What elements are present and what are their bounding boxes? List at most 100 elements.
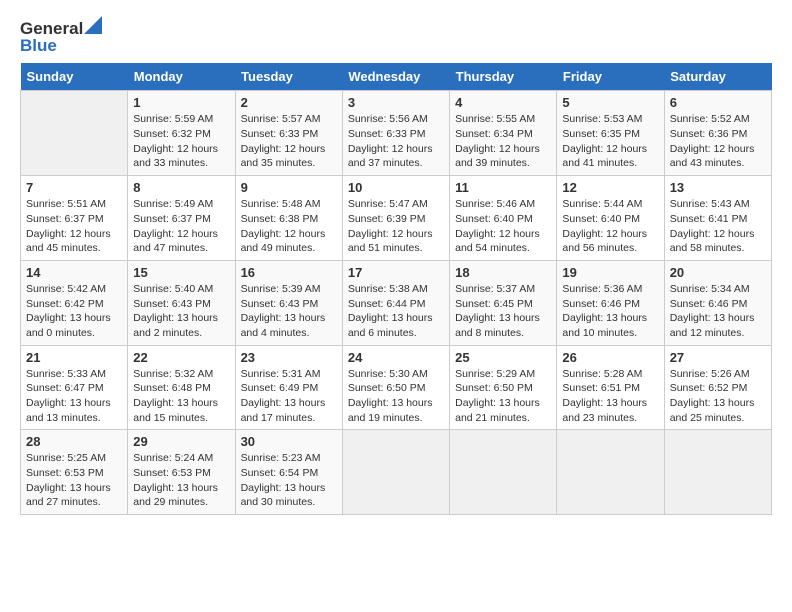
calendar-cell: 23 Sunrise: 5:31 AM Sunset: 6:49 PM Dayli…	[235, 345, 342, 430]
calendar-cell: 17Sunrise: 5:38 AM Sunset: 6:44 PM Dayli…	[342, 260, 449, 345]
day-info: Sunrise: 5:49 AM Sunset: 6:37 PM Dayligh…	[133, 197, 229, 256]
day-number: 20	[670, 265, 766, 280]
day-info: Sunrise: 5:30 AM Sunset: 6:50 PM Dayligh…	[348, 367, 444, 426]
day-number: 14	[26, 265, 122, 280]
day-info: Sunrise: 5:39 AM Sunset: 6:43 PM Dayligh…	[241, 282, 337, 341]
day-info: Sunrise: 5:34 AM Sunset: 6:46 PM Dayligh…	[670, 282, 766, 341]
day-number: 1	[133, 95, 229, 110]
day-number: 26	[562, 350, 658, 365]
logo-text: General Blue	[20, 20, 102, 55]
page-header: General Blue	[20, 20, 772, 55]
day-info: Sunrise: 5:32 AM Sunset: 6:48 PM Dayligh…	[133, 367, 229, 426]
day-info: Sunrise: 5:31 AM Sunset: 6:49 PM Dayligh…	[241, 367, 337, 426]
day-number: 11	[455, 180, 551, 195]
day-number: 3	[348, 95, 444, 110]
day-number: 10	[348, 180, 444, 195]
day-info: Sunrise: 5:57 AM Sunset: 6:33 PM Dayligh…	[241, 112, 337, 171]
day-info: Sunrise: 5:26 AM Sunset: 6:52 PM Dayligh…	[670, 367, 766, 426]
day-info: Sunrise: 5:56 AM Sunset: 6:33 PM Dayligh…	[348, 112, 444, 171]
day-info: Sunrise: 5:52 AM Sunset: 6:36 PM Dayligh…	[670, 112, 766, 171]
day-info: Sunrise: 5:59 AM Sunset: 6:32 PM Dayligh…	[133, 112, 229, 171]
calendar-cell	[557, 430, 664, 515]
day-number: 7	[26, 180, 122, 195]
day-number: 22	[133, 350, 229, 365]
day-info: Sunrise: 5:44 AM Sunset: 6:40 PM Dayligh…	[562, 197, 658, 256]
logo-blue: Blue	[20, 37, 102, 56]
calendar-week-row: 7 Sunrise: 5:51 AM Sunset: 6:37 PM Daylig…	[21, 176, 772, 261]
day-info: Sunrise: 5:25 AM Sunset: 6:53 PM Dayligh…	[26, 451, 122, 510]
day-number: 5	[562, 95, 658, 110]
day-info: Sunrise: 5:51 AM Sunset: 6:37 PM Dayligh…	[26, 197, 122, 256]
day-info: Sunrise: 5:24 AM Sunset: 6:53 PM Dayligh…	[133, 451, 229, 510]
calendar-cell: 22 Sunrise: 5:32 AM Sunset: 6:48 PM Dayli…	[128, 345, 235, 430]
logo: General Blue	[20, 20, 102, 55]
calendar-cell: 15 Sunrise: 5:40 AM Sunset: 6:43 PM Dayli…	[128, 260, 235, 345]
day-number: 2	[241, 95, 337, 110]
calendar-week-row: 21Sunrise: 5:33 AM Sunset: 6:47 PM Dayli…	[21, 345, 772, 430]
calendar-cell: 21Sunrise: 5:33 AM Sunset: 6:47 PM Dayli…	[21, 345, 128, 430]
day-header-friday: Friday	[557, 63, 664, 91]
day-header-saturday: Saturday	[664, 63, 771, 91]
logo-icon	[84, 16, 102, 34]
day-number: 25	[455, 350, 551, 365]
day-number: 17	[348, 265, 444, 280]
day-number: 13	[670, 180, 766, 195]
day-info: Sunrise: 5:43 AM Sunset: 6:41 PM Dayligh…	[670, 197, 766, 256]
calendar-cell: 30Sunrise: 5:23 AM Sunset: 6:54 PM Dayli…	[235, 430, 342, 515]
day-info: Sunrise: 5:55 AM Sunset: 6:34 PM Dayligh…	[455, 112, 551, 171]
day-info: Sunrise: 5:36 AM Sunset: 6:46 PM Dayligh…	[562, 282, 658, 341]
day-info: Sunrise: 5:28 AM Sunset: 6:51 PM Dayligh…	[562, 367, 658, 426]
day-info: Sunrise: 5:40 AM Sunset: 6:43 PM Dayligh…	[133, 282, 229, 341]
day-header-tuesday: Tuesday	[235, 63, 342, 91]
calendar-cell: 24 Sunrise: 5:30 AM Sunset: 6:50 PM Dayli…	[342, 345, 449, 430]
day-info: Sunrise: 5:48 AM Sunset: 6:38 PM Dayligh…	[241, 197, 337, 256]
day-number: 16	[241, 265, 337, 280]
calendar-cell: 19 Sunrise: 5:36 AM Sunset: 6:46 PM Dayli…	[557, 260, 664, 345]
day-info: Sunrise: 5:53 AM Sunset: 6:35 PM Dayligh…	[562, 112, 658, 171]
day-number: 12	[562, 180, 658, 195]
calendar-cell: 4 Sunrise: 5:55 AM Sunset: 6:34 PM Daylig…	[450, 91, 557, 176]
day-header-thursday: Thursday	[450, 63, 557, 91]
day-number: 29	[133, 434, 229, 449]
day-number: 8	[133, 180, 229, 195]
day-info: Sunrise: 5:29 AM Sunset: 6:50 PM Dayligh…	[455, 367, 551, 426]
calendar-cell: 8 Sunrise: 5:49 AM Sunset: 6:37 PM Daylig…	[128, 176, 235, 261]
calendar-cell: 29 Sunrise: 5:24 AM Sunset: 6:53 PM Dayli…	[128, 430, 235, 515]
calendar-cell	[664, 430, 771, 515]
calendar-week-row: 14 Sunrise: 5:42 AM Sunset: 6:42 PM Dayli…	[21, 260, 772, 345]
day-number: 4	[455, 95, 551, 110]
days-header-row: SundayMondayTuesdayWednesdayThursdayFrid…	[21, 63, 772, 91]
day-number: 23	[241, 350, 337, 365]
day-number: 27	[670, 350, 766, 365]
day-number: 19	[562, 265, 658, 280]
calendar-cell: 27 Sunrise: 5:26 AM Sunset: 6:52 PM Dayli…	[664, 345, 771, 430]
day-header-sunday: Sunday	[21, 63, 128, 91]
calendar-cell: 20 Sunrise: 5:34 AM Sunset: 6:46 PM Dayli…	[664, 260, 771, 345]
calendar-cell: 11Sunrise: 5:46 AM Sunset: 6:40 PM Dayli…	[450, 176, 557, 261]
calendar-cell: 14 Sunrise: 5:42 AM Sunset: 6:42 PM Dayli…	[21, 260, 128, 345]
calendar-cell: 12 Sunrise: 5:44 AM Sunset: 6:40 PM Dayli…	[557, 176, 664, 261]
calendar-cell: 9 Sunrise: 5:48 AM Sunset: 6:38 PM Daylig…	[235, 176, 342, 261]
calendar-cell: 28 Sunrise: 5:25 AM Sunset: 6:53 PM Dayli…	[21, 430, 128, 515]
day-number: 6	[670, 95, 766, 110]
day-info: Sunrise: 5:23 AM Sunset: 6:54 PM Dayligh…	[241, 451, 337, 510]
day-info: Sunrise: 5:33 AM Sunset: 6:47 PM Dayligh…	[26, 367, 122, 426]
day-number: 24	[348, 350, 444, 365]
day-number: 28	[26, 434, 122, 449]
day-number: 9	[241, 180, 337, 195]
day-info: Sunrise: 5:47 AM Sunset: 6:39 PM Dayligh…	[348, 197, 444, 256]
calendar-table: SundayMondayTuesdayWednesdayThursdayFrid…	[20, 63, 772, 515]
calendar-cell: 26 Sunrise: 5:28 AM Sunset: 6:51 PM Dayli…	[557, 345, 664, 430]
day-number: 18	[455, 265, 551, 280]
calendar-cell	[21, 91, 128, 176]
day-info: Sunrise: 5:42 AM Sunset: 6:42 PM Dayligh…	[26, 282, 122, 341]
calendar-cell: 7 Sunrise: 5:51 AM Sunset: 6:37 PM Daylig…	[21, 176, 128, 261]
day-number: 15	[133, 265, 229, 280]
calendar-cell: 13 Sunrise: 5:43 AM Sunset: 6:41 PM Dayli…	[664, 176, 771, 261]
calendar-cell: 6 Sunrise: 5:52 AM Sunset: 6:36 PM Daylig…	[664, 91, 771, 176]
day-header-monday: Monday	[128, 63, 235, 91]
calendar-cell	[450, 430, 557, 515]
calendar-cell: 1 Sunrise: 5:59 AM Sunset: 6:32 PM Daylig…	[128, 91, 235, 176]
calendar-cell: 2 Sunrise: 5:57 AM Sunset: 6:33 PM Daylig…	[235, 91, 342, 176]
calendar-cell: 18Sunrise: 5:37 AM Sunset: 6:45 PM Dayli…	[450, 260, 557, 345]
